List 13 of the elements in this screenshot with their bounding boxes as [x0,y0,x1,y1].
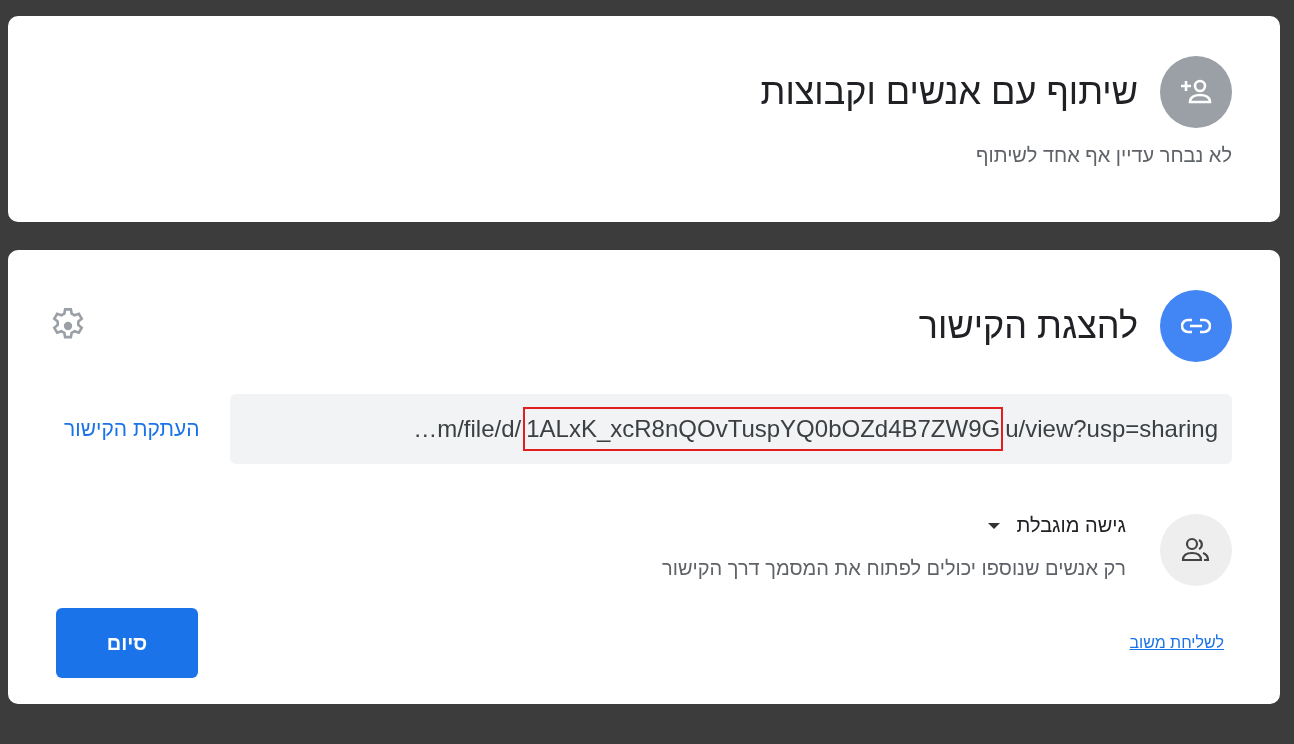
url-text: …m/file/d/ [413,415,522,443]
link-field[interactable]: …m/file/d/ 1ALxK_xcR8nQOvTuspYQ0bOZd4B7ZW9G u/view?usp=sharing [229,394,1232,464]
access-description: רק אנשים שנוספו יכולים לפתוח את המסמך דרך הקישור [662,557,1126,580]
feedback-link[interactable]: לשליחת משוב [1129,634,1224,652]
copy-link[interactable]: העתקת הקישור [64,417,200,441]
access-dropdown[interactable]: גישה מוגבלת [986,514,1126,537]
highlighted-url-text: 1ALxK_xcR8nQOvTuspYQ0bOZd4B7ZW9G [525,409,1002,449]
caret-icon [986,521,1001,530]
done-button[interactable]: סיום [56,608,198,678]
url-text: u/view?usp=sharing [1005,415,1218,443]
section-title: להצגת הקישור [918,305,1138,347]
sharing-status-text: לא נבחר עדיין אף אחד לשיתוף [975,144,1232,167]
section-title: שיתוף עם אנשים וקבוצות [760,71,1138,113]
